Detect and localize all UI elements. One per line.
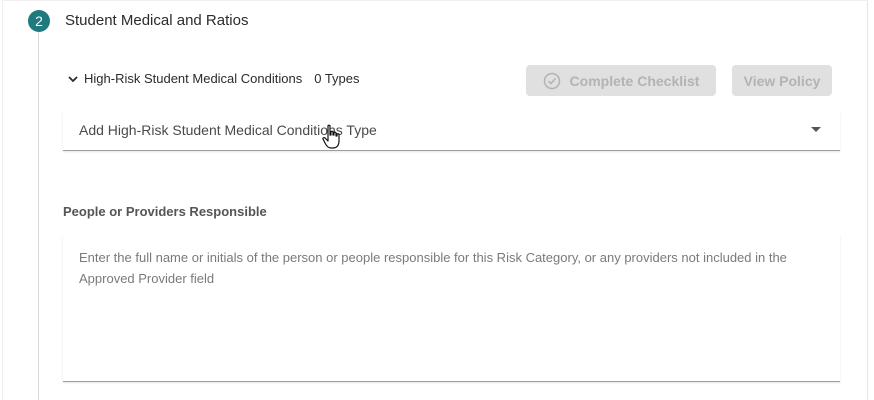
page: 2 Student Medical and Ratios High-Risk S…	[0, 0, 874, 400]
view-policy-label: View Policy	[743, 72, 821, 89]
people-responsible-label: People or Providers Responsible	[63, 204, 267, 219]
step-connector-line	[38, 32, 39, 400]
chevron-down-icon	[68, 75, 78, 82]
complete-checklist-button[interactable]: Complete Checklist	[526, 65, 716, 96]
hand-pointer-cursor-icon	[322, 124, 340, 149]
step-title: Student Medical and Ratios	[65, 12, 249, 29]
section-label: High-Risk Student Medical Conditions	[84, 71, 303, 86]
step-number-badge: 2	[28, 10, 50, 32]
people-responsible-textarea[interactable]	[63, 234, 840, 381]
view-policy-button[interactable]: View Policy	[732, 65, 832, 96]
type-count: 0 Types	[314, 71, 360, 86]
section-toggle[interactable]: High-Risk Student Medical Conditions 0 T…	[67, 71, 360, 86]
medical-conditions-type-select[interactable]: Add High-Risk Student Medical Conditions…	[63, 111, 840, 151]
check-circle-icon	[543, 72, 560, 89]
dropdown-arrow-icon	[811, 127, 821, 132]
people-responsible-field[interactable]	[63, 234, 840, 382]
complete-checklist-label: Complete Checklist	[569, 72, 700, 89]
